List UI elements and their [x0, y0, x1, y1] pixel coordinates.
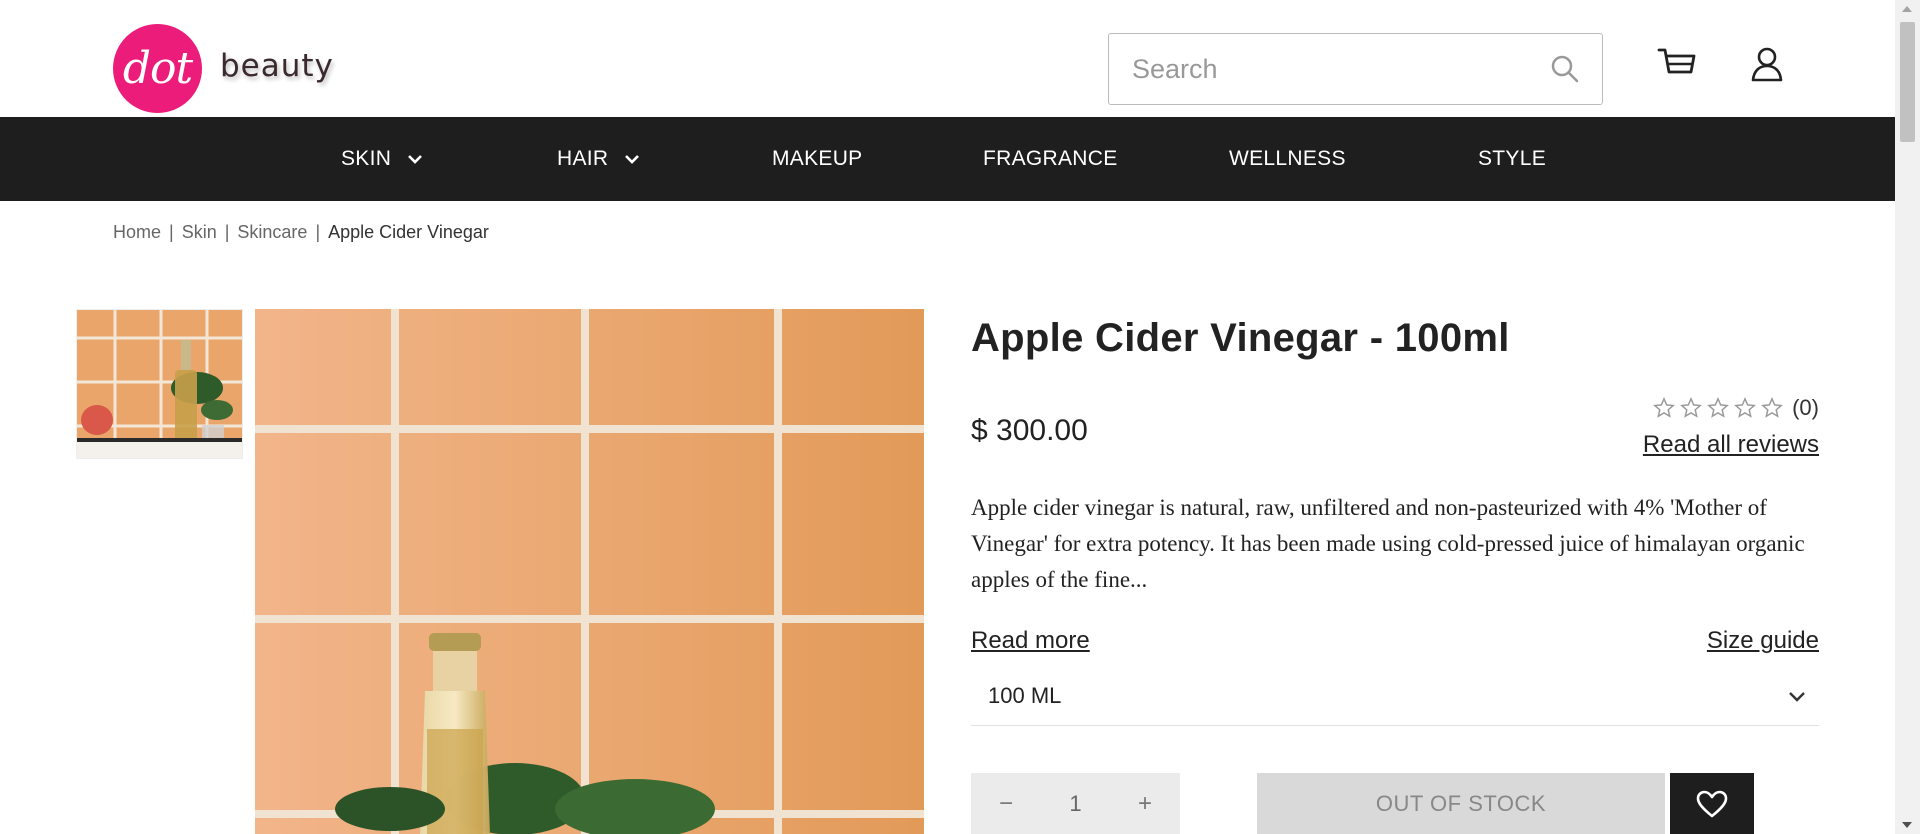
nav-item-skin[interactable]: SKIN [341, 117, 423, 201]
search-input[interactable] [1109, 53, 1529, 85]
scroll-down-arrow[interactable] [1902, 822, 1912, 828]
search-icon[interactable] [1550, 54, 1580, 84]
product-description: Apple cider vinegar is natural, raw, unf… [971, 495, 1805, 592]
thumbnail-image [77, 310, 242, 458]
user-icon[interactable] [1750, 46, 1784, 82]
quantity-value[interactable]: 1 [1069, 791, 1081, 817]
size-select[interactable]: 100 ML [971, 666, 1819, 726]
chevron-down-icon [408, 155, 423, 164]
product-title: Apple Cider Vinegar - 100ml [971, 316, 1510, 360]
star-icon [1707, 397, 1730, 418]
breadcrumb-separator: | [224, 222, 230, 242]
product-main-image[interactable] [255, 309, 924, 834]
search-box [1108, 33, 1603, 105]
star-icon [1761, 397, 1784, 418]
review-count: (0) [1792, 395, 1819, 420]
read-all-reviews-link[interactable]: Read all reviews [1643, 431, 1819, 459]
cart-icon[interactable] [1657, 46, 1697, 82]
product-thumbnail[interactable] [76, 309, 243, 459]
read-more-link[interactable]: Read more [971, 627, 1090, 655]
star-icon [1680, 397, 1703, 418]
breadcrumb-current: Apple Cider Vinegar [328, 222, 489, 242]
nav-item-label: MAKEUP [772, 147, 863, 170]
nav-item-hair[interactable]: HAIR [557, 117, 640, 201]
nav-item-makeup[interactable]: MAKEUP [772, 117, 863, 201]
nav-item-label: STYLE [1478, 147, 1547, 170]
vertical-scrollbar[interactable] [1895, 0, 1920, 834]
breadcrumb: Home | Skin | Skincare | Apple Cider Vin… [113, 222, 489, 243]
quantity-decrement-button[interactable]: − [999, 790, 1013, 818]
out-of-stock-button: OUT OF STOCK [1257, 773, 1665, 834]
breadcrumb-skin[interactable]: Skin [182, 222, 217, 243]
nav-item-label: HAIR [557, 147, 609, 170]
scrollbar-thumb[interactable] [1900, 22, 1915, 142]
nav-item-label: FRAGRANCE [983, 147, 1118, 170]
quantity-stepper: − 1 + [971, 773, 1180, 834]
nav-item-style[interactable]: STYLE [1478, 117, 1546, 201]
breadcrumb-skincare[interactable]: Skincare [237, 222, 307, 243]
chevron-down-icon [625, 155, 640, 164]
breadcrumb-home[interactable]: Home [113, 222, 161, 243]
breadcrumb-separator: | [169, 222, 174, 242]
logo-wordmark: beauty [220, 47, 334, 84]
nav-item-wellness[interactable]: WELLNESS [1229, 117, 1346, 201]
nav-item-label: SKIN [341, 147, 392, 170]
star-icon [1734, 397, 1757, 418]
nav-item-fragrance[interactable]: FRAGRANCE [983, 117, 1118, 201]
site-header: dot beauty [0, 0, 1895, 117]
product-price: $ 300.00 [971, 414, 1088, 447]
heart-icon [1696, 790, 1728, 817]
wishlist-button[interactable] [1670, 773, 1754, 834]
main-image-picture [255, 309, 924, 834]
rating: (0) [1653, 395, 1819, 421]
chevron-down-icon [1789, 691, 1805, 702]
breadcrumb-separator: | [315, 222, 321, 242]
size-select-value: 100 ML [988, 682, 1062, 708]
scroll-up-arrow[interactable] [1902, 6, 1912, 12]
size-guide-link[interactable]: Size guide [1707, 627, 1819, 655]
nav-item-label: WELLNESS [1229, 147, 1346, 170]
main-nav: SKIN HAIR MAKEUP FRAGRANCE WELLNESS STYL… [0, 117, 1895, 201]
logo[interactable]: dot beauty [113, 24, 334, 113]
star-icon [1653, 397, 1676, 418]
logo-mark: dot [113, 24, 202, 113]
quantity-increment-button[interactable]: + [1138, 790, 1152, 818]
